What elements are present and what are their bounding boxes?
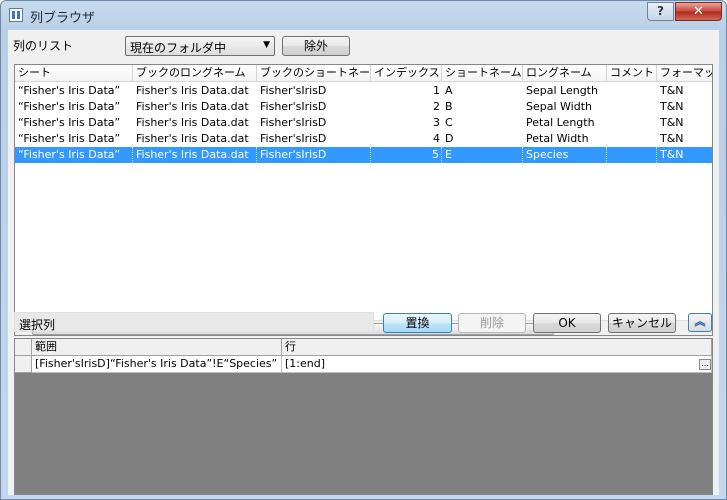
cell-long-name: Sepal Length — [526, 84, 598, 97]
table-row[interactable]: “Fisher's Iris Data” Fisher's Iris Data.d… — [15, 131, 712, 147]
cell-index: 1 — [433, 84, 440, 97]
grid-cell-rows[interactable]: [1:end] — [282, 356, 712, 373]
grid-cell-range[interactable]: [Fisher'sIrisD]“Fisher's Iris Data”!E“Sp… — [32, 356, 282, 373]
cell-comment — [607, 115, 657, 131]
grid-header-rows: 行 — [282, 339, 712, 356]
column-header-sheet[interactable]: シート — [15, 65, 133, 82]
collapse-button[interactable]: ︽ — [688, 313, 712, 332]
cell-book-long-name: Fisher's Iris Data.dat — [136, 100, 249, 113]
table-row[interactable]: “Fisher's Iris Data” Fisher's Iris Data.d… — [15, 147, 712, 163]
cell-short-name: D — [445, 132, 454, 145]
column-header-comment[interactable]: コメント — [607, 65, 657, 82]
cell-comment — [607, 83, 657, 99]
column-header-long-name[interactable]: ロングネーム — [523, 65, 607, 82]
range-browse-button[interactable]: ... — [699, 359, 711, 370]
column-header-book-long-name[interactable]: ブックのロングネーム — [133, 65, 257, 82]
cell-comment — [607, 131, 657, 147]
cell-book-short-name: Fisher'sIrisD — [260, 84, 327, 97]
cell-long-name: Sepal Width — [526, 100, 592, 113]
cell-comment — [607, 99, 657, 115]
selected-columns-label-box: 選択列 — [14, 312, 374, 332]
cancel-button[interactable]: キャンセル — [608, 313, 676, 333]
cell-book-long-name: Fisher's Iris Data.dat — [133, 147, 257, 163]
selected-columns-label: 選択列 — [19, 318, 56, 332]
double-chevron-up-icon: ︽ — [694, 315, 706, 328]
window-title: 列ブラウザ — [30, 11, 96, 26]
cell-sheet: “Fisher's Iris Data” — [18, 132, 121, 145]
list-header: シート ブックのロングネーム ブックのショートネーム インデックス ショートネーム ロング… — [15, 65, 712, 82]
cell-index: 3 — [433, 116, 440, 129]
cell-short-name: B — [445, 100, 453, 113]
replace-button[interactable]: 置換 — [383, 313, 452, 333]
delete-button[interactable]: 削除 — [458, 313, 526, 333]
cell-long-name: Petal Width — [526, 132, 589, 145]
grid-header-range: 範囲 — [32, 339, 282, 356]
column-header-book-short-name[interactable]: ブックのショートネーム — [257, 65, 371, 82]
cell-book-short-name: Fisher'sIrisD — [260, 132, 327, 145]
cell-long-name: Petal Length — [526, 116, 595, 129]
cell-sheet: “Fisher's Iris Data” — [15, 147, 133, 163]
cell-book-long-name: Fisher's Iris Data.dat — [136, 116, 249, 129]
column-browser-window: 列ブラウザ ? ✕ 列のリスト 現在のフォルダ中 ▼ 除外 シート ブックのロング… — [0, 0, 727, 500]
grid-corner — [15, 339, 32, 356]
table-row[interactable]: “Fisher's Iris Data” Fisher's Iris Data.d… — [15, 83, 712, 99]
cell-index: 4 — [433, 132, 440, 145]
exclude-button[interactable]: 除外 — [282, 36, 350, 56]
cell-format: T&N — [660, 100, 684, 113]
dialog-body: 列のリスト 現在のフォルダ中 ▼ 除外 シート ブックのロングネーム ブックのショー… — [8, 30, 719, 495]
grid-row-header[interactable] — [15, 356, 32, 373]
table-row[interactable]: “Fisher's Iris Data” Fisher's Iris Data.d… — [15, 99, 712, 115]
folder-scope-select[interactable]: 現在のフォルダ中 ▼ — [125, 36, 275, 56]
cell-index: 5 — [371, 147, 442, 163]
cell-book-long-name: Fisher's Iris Data.dat — [136, 84, 249, 97]
chevron-down-icon: ▼ — [263, 40, 270, 50]
cell-short-name: C — [445, 116, 453, 129]
cell-index: 2 — [433, 100, 440, 113]
folder-scope-value: 現在のフォルダ中 — [130, 41, 227, 55]
cell-book-long-name: Fisher's Iris Data.dat — [136, 132, 249, 145]
cell-long-name: Species — [523, 147, 607, 163]
selected-columns-grid[interactable]: 範囲 行 [Fisher'sIrisD]“Fisher's Iris Data”… — [14, 338, 713, 495]
column-list-label: 列のリスト — [13, 39, 74, 53]
title-bar[interactable]: 列ブラウザ ? ✕ — [1, 1, 726, 29]
cell-sheet: “Fisher's Iris Data” — [18, 116, 121, 129]
cell-format: T&N — [657, 147, 712, 163]
app-icon — [9, 8, 23, 22]
cell-sheet: “Fisher's Iris Data” — [18, 100, 121, 113]
table-row[interactable]: “Fisher's Iris Data” Fisher's Iris Data.d… — [15, 115, 712, 131]
cell-sheet: “Fisher's Iris Data” — [18, 84, 121, 97]
cell-format: T&N — [660, 132, 684, 145]
ok-button[interactable]: OK — [533, 313, 601, 333]
cell-format: T&N — [660, 116, 684, 129]
close-button[interactable]: ✕ — [675, 2, 722, 21]
close-icon: ✕ — [693, 4, 704, 19]
help-button[interactable]: ? — [647, 2, 674, 21]
cell-book-short-name: Fisher'sIrisD — [257, 147, 371, 163]
column-header-short-name[interactable]: ショートネーム — [442, 65, 523, 82]
column-list[interactable]: シート ブックのロングネーム ブックのショートネーム インデックス ショートネーム ロング… — [14, 64, 713, 336]
column-header-format[interactable]: フォーマット — [657, 65, 712, 82]
cell-book-short-name: Fisher'sIrisD — [260, 100, 327, 113]
cell-short-name: A — [445, 84, 453, 97]
cell-short-name: E — [442, 147, 523, 163]
column-header-index[interactable]: インデックス — [371, 65, 442, 82]
cell-book-short-name: Fisher'sIrisD — [260, 116, 327, 129]
cell-format: T&N — [660, 84, 684, 97]
cell-comment — [607, 147, 657, 163]
